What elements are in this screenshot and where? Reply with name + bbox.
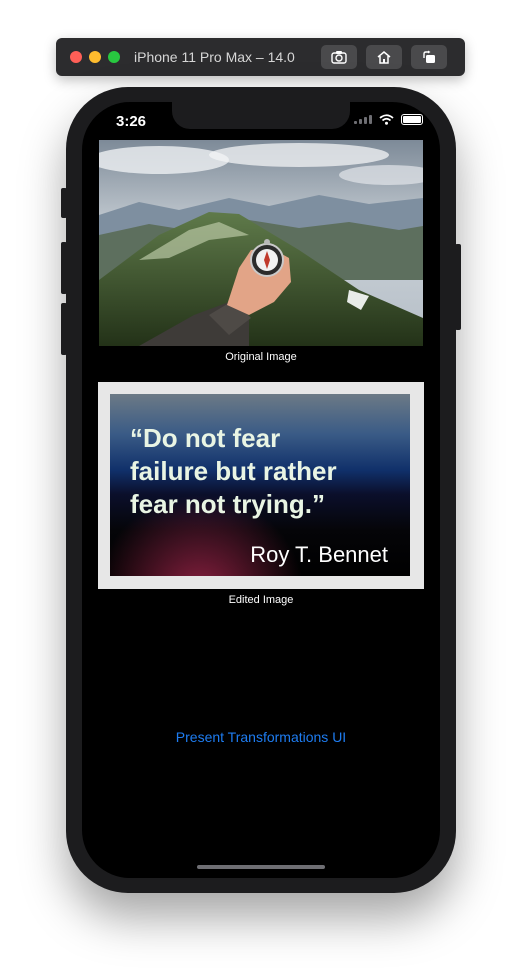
home-icon <box>377 51 391 64</box>
mute-switch <box>61 188 67 218</box>
rotate-icon <box>423 50 435 63</box>
home-button[interactable] <box>366 45 402 69</box>
edited-image-content: “Do not fear failure but rather fear not… <box>110 394 410 576</box>
power-button <box>455 244 461 330</box>
present-transformations-button[interactable]: Present Transformations UI <box>82 729 440 745</box>
minimize-window-button[interactable] <box>89 51 101 63</box>
home-indicator[interactable] <box>197 865 325 869</box>
notch <box>172 102 350 129</box>
original-image <box>99 140 423 346</box>
original-image-caption: Original Image <box>225 351 297 363</box>
device-screen: 3:26 Original Image “Do not fear failure… <box>82 102 440 878</box>
volume-down-button <box>61 303 67 355</box>
screenshot-button[interactable] <box>321 45 357 69</box>
zoom-window-button[interactable] <box>108 51 120 63</box>
status-icons <box>354 114 423 125</box>
edited-image: “Do not fear failure but rather fear not… <box>98 382 424 589</box>
battery-icon <box>401 114 423 125</box>
rotate-button[interactable] <box>411 45 447 69</box>
signal-icon <box>354 115 372 124</box>
edited-image-caption: Edited Image <box>228 594 294 606</box>
wifi-icon <box>379 114 394 125</box>
close-window-button[interactable] <box>70 51 82 63</box>
screenshot-icon <box>331 51 347 64</box>
mountain-photo <box>99 140 423 346</box>
simulator-title-bar: iPhone 11 Pro Max – 14.0 <box>56 38 465 76</box>
simulator-title: iPhone 11 Pro Max – 14.0 <box>134 49 295 65</box>
quote-text: “Do not fear failure but rather fear not… <box>130 423 337 519</box>
quote-author: Roy T. Bennet <box>250 542 388 567</box>
status-time: 3:26 <box>116 113 147 130</box>
volume-up-button <box>61 242 67 294</box>
